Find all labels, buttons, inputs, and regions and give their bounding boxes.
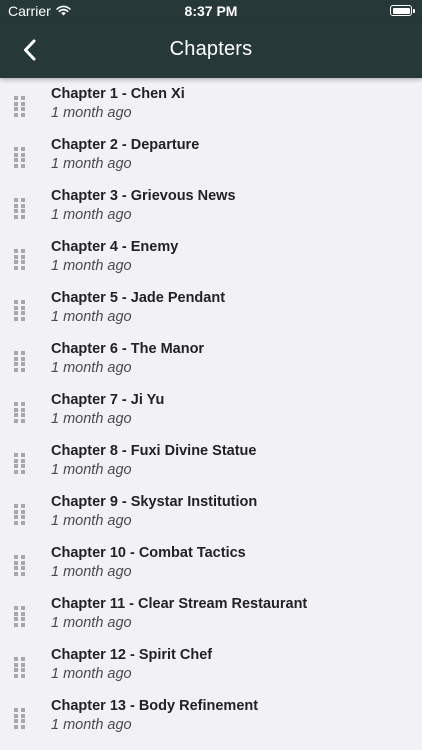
drag-handle-icon[interactable] — [14, 249, 25, 270]
chapter-row[interactable]: Chapter 10 - Combat Tactics 1 month ago — [0, 537, 422, 588]
chapter-title: Chapter 9 - Skystar Institution — [51, 494, 258, 510]
chapter-row[interactable]: Chapter 1 - Chen Xi 1 month ago — [0, 78, 422, 129]
chapter-timestamp: 1 month ago — [51, 564, 132, 580]
chapter-title: Chapter 10 - Combat Tactics — [51, 545, 246, 561]
chapter-timestamp: 1 month ago — [51, 717, 132, 733]
chapter-timestamp: 1 month ago — [51, 615, 132, 631]
drag-handle-icon[interactable] — [14, 402, 25, 423]
chapter-row[interactable]: Chapter 3 - Grievous News 1 month ago — [0, 180, 422, 231]
chapter-timestamp: 1 month ago — [51, 360, 132, 376]
chapter-row[interactable]: Chapter 12 - Spirit Chef 1 month ago — [0, 639, 422, 690]
navigation-bar: Chapters — [0, 22, 422, 78]
drag-handle-icon[interactable] — [14, 300, 25, 321]
chapter-row[interactable]: Chapter 11 - Clear Stream Restaurant 1 m… — [0, 588, 422, 639]
chapter-timestamp: 1 month ago — [51, 156, 132, 172]
chapter-title: Chapter 4 - Enemy — [51, 239, 179, 255]
chapter-title: Chapter 13 - Body Refinement — [51, 698, 259, 714]
chapter-row[interactable]: Chapter 7 - Ji Yu 1 month ago — [0, 384, 422, 435]
chapter-timestamp: 1 month ago — [51, 462, 132, 478]
chapter-timestamp: 1 month ago — [51, 105, 132, 121]
page-title: Chapters — [169, 38, 253, 60]
drag-handle-icon[interactable] — [14, 96, 25, 117]
status-time: 8:37 PM — [184, 3, 238, 19]
chapter-title: Chapter 6 - The Manor — [51, 341, 205, 357]
chapter-title: Chapter 12 - Spirit Chef — [51, 647, 213, 663]
chapter-title: Chapter 8 - Fuxi Divine Statue — [51, 443, 257, 459]
drag-handle-icon[interactable] — [14, 351, 25, 372]
chapter-title: Chapter 7 - Ji Yu — [51, 392, 165, 408]
chapter-title: Chapter 11 - Clear Stream Restaurant — [51, 596, 308, 612]
chapter-timestamp: 1 month ago — [51, 258, 132, 274]
drag-handle-icon[interactable] — [14, 708, 25, 729]
chapter-timestamp: 1 month ago — [51, 309, 132, 325]
drag-handle-icon[interactable] — [14, 555, 25, 576]
chapter-title: Chapter 2 - Departure — [51, 137, 200, 153]
chapter-title: Chapter 3 - Grievous News — [51, 188, 236, 204]
chapter-timestamp: 1 month ago — [51, 666, 132, 682]
drag-handle-icon[interactable] — [14, 198, 25, 219]
drag-handle-icon[interactable] — [14, 147, 25, 168]
drag-handle-icon[interactable] — [14, 453, 25, 474]
chapter-timestamp: 1 month ago — [51, 513, 132, 529]
chapter-timestamp: 1 month ago — [51, 411, 132, 427]
chapters-screen: Carrier 8:37 PM Chapters Chapter 1 - Che… — [0, 0, 422, 750]
chapter-row[interactable]: Chapter 2 - Departure 1 month ago — [0, 129, 422, 180]
chapter-row[interactable]: Chapter 4 - Enemy 1 month ago — [0, 231, 422, 282]
chapter-list[interactable]: Chapter 1 - Chen Xi 1 month ago Chapter … — [0, 78, 422, 750]
chapter-title: Chapter 1 - Chen Xi — [51, 86, 185, 102]
drag-handle-icon[interactable] — [14, 504, 25, 525]
status-bar: Carrier 8:37 PM — [0, 0, 422, 22]
chapter-row[interactable]: Chapter 5 - Jade Pendant 1 month ago — [0, 282, 422, 333]
chapter-row[interactable]: Chapter 8 - Fuxi Divine Statue 1 month a… — [0, 435, 422, 486]
chapter-timestamp: 1 month ago — [51, 207, 132, 223]
chapter-row[interactable]: Chapter 9 - Skystar Institution 1 month … — [0, 486, 422, 537]
chapter-row[interactable]: Chapter 13 - Body Refinement 1 month ago — [0, 690, 422, 741]
chapter-title: Chapter 5 - Jade Pendant — [51, 290, 226, 306]
drag-handle-icon[interactable] — [14, 606, 25, 627]
battery-icon — [390, 5, 415, 16]
chapter-row[interactable]: Chapter 6 - The Manor 1 month ago — [0, 333, 422, 384]
drag-handle-icon[interactable] — [14, 657, 25, 678]
